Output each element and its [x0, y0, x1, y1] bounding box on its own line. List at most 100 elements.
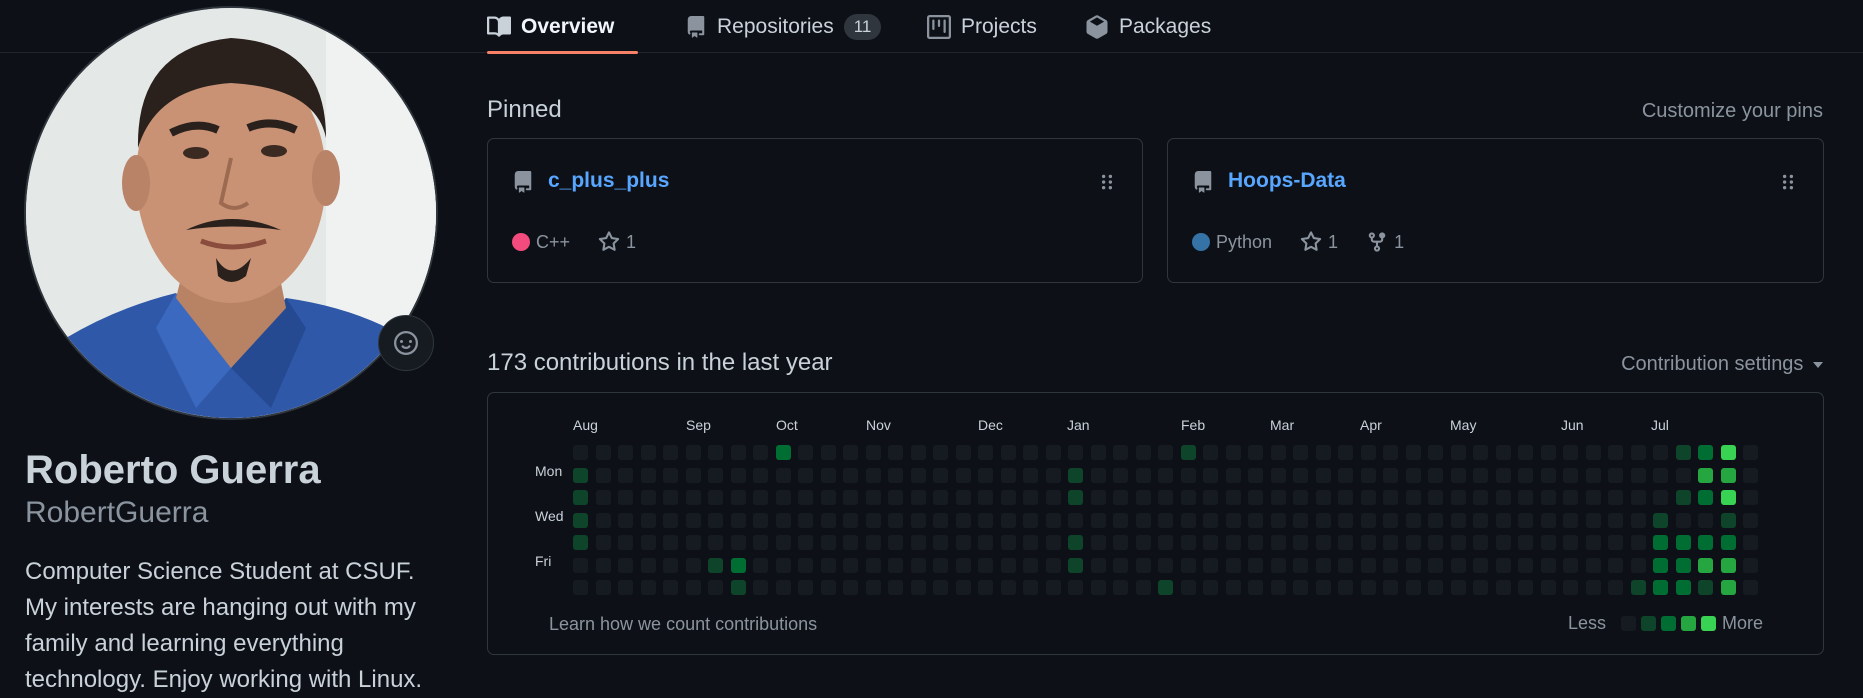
contribution-day-cell[interactable] [865, 467, 881, 483]
contribution-day-cell[interactable] [1405, 467, 1421, 483]
contribution-day-cell[interactable] [1630, 580, 1646, 595]
contribution-day-cell[interactable] [1360, 580, 1376, 595]
contribution-day-cell[interactable] [1023, 512, 1038, 528]
contribution-day-cell[interactable] [820, 490, 836, 505]
contribution-day-cell[interactable] [1135, 580, 1151, 595]
contribution-day-cell[interactable] [1653, 490, 1668, 505]
contribution-day-cell[interactable] [843, 467, 858, 483]
contribution-day-cell[interactable] [1428, 467, 1443, 483]
contribution-day-cell[interactable] [1585, 512, 1601, 528]
contribution-day-cell[interactable] [1270, 512, 1286, 528]
tab-overview[interactable]: Overview [487, 0, 639, 54]
contribution-day-cell[interactable] [640, 445, 656, 460]
contribution-day-cell[interactable] [1113, 580, 1128, 595]
contribution-day-cell[interactable] [1000, 580, 1016, 595]
contribution-day-cell[interactable] [730, 445, 746, 460]
contribution-day-cell[interactable] [1135, 490, 1151, 505]
contribution-day-cell[interactable] [843, 535, 858, 550]
contribution-day-cell[interactable] [865, 535, 881, 550]
contribution-day-cell[interactable] [1360, 445, 1376, 460]
contribution-day-cell[interactable] [1180, 580, 1196, 595]
contribution-day-cell[interactable] [1270, 535, 1286, 550]
contribution-day-cell[interactable] [1135, 557, 1151, 573]
avatar[interactable] [24, 6, 438, 420]
contribution-day-cell[interactable] [1090, 490, 1106, 505]
contribution-day-cell[interactable] [663, 512, 678, 528]
contribution-day-cell[interactable] [1450, 445, 1466, 460]
contribution-day-cell[interactable] [1248, 580, 1263, 595]
contribution-day-cell[interactable] [1698, 535, 1713, 550]
repo-forks-link[interactable]: 1 [1366, 231, 1404, 253]
contribution-day-cell[interactable] [1473, 445, 1488, 460]
contribution-day-cell[interactable] [775, 512, 791, 528]
contribution-day-cell[interactable] [1405, 445, 1421, 460]
contribution-day-cell[interactable] [1270, 580, 1286, 595]
contribution-day-cell[interactable] [595, 557, 611, 573]
contribution-day-cell[interactable] [573, 512, 588, 528]
contribution-day-cell[interactable] [1203, 490, 1218, 505]
contribution-day-cell[interactable] [1270, 557, 1286, 573]
contribution-day-cell[interactable] [1225, 490, 1241, 505]
contribution-day-cell[interactable] [1225, 557, 1241, 573]
contribution-day-cell[interactable] [888, 580, 903, 595]
contribution-day-cell[interactable] [640, 535, 656, 550]
contribution-day-cell[interactable] [1383, 445, 1398, 460]
contribution-day-cell[interactable] [1248, 445, 1263, 460]
contribution-day-cell[interactable] [1495, 557, 1511, 573]
contribution-day-cell[interactable] [1158, 535, 1173, 550]
contribution-day-cell[interactable] [1540, 512, 1556, 528]
contribution-day-cell[interactable] [753, 535, 768, 550]
contribution-day-cell[interactable] [820, 512, 836, 528]
contribution-day-cell[interactable] [955, 580, 971, 595]
contribution-day-cell[interactable] [1225, 467, 1241, 483]
contribution-day-cell[interactable] [1473, 535, 1488, 550]
contribution-day-cell[interactable] [910, 580, 926, 595]
contribution-day-cell[interactable] [1000, 445, 1016, 460]
contribution-day-cell[interactable] [978, 580, 993, 595]
contribution-day-cell[interactable] [1653, 445, 1668, 460]
tab-projects[interactable]: Projects [927, 0, 1037, 53]
contribution-day-cell[interactable] [1743, 535, 1758, 550]
contribution-day-cell[interactable] [955, 512, 971, 528]
contribution-day-cell[interactable] [1675, 490, 1691, 505]
contribution-day-cell[interactable] [1293, 535, 1308, 550]
contribution-day-cell[interactable] [640, 557, 656, 573]
contribution-day-cell[interactable] [1248, 535, 1263, 550]
contribution-day-cell[interactable] [1180, 557, 1196, 573]
contribution-day-cell[interactable] [1113, 490, 1128, 505]
contribution-day-cell[interactable] [1135, 445, 1151, 460]
contribution-day-cell[interactable] [618, 467, 633, 483]
contribution-day-cell[interactable] [685, 512, 701, 528]
contribution-day-cell[interactable] [1203, 535, 1218, 550]
contribution-day-cell[interactable] [1585, 535, 1601, 550]
contribution-day-cell[interactable] [1270, 445, 1286, 460]
contribution-day-cell[interactable] [1698, 512, 1713, 528]
contribution-day-cell[interactable] [798, 580, 813, 595]
contribution-day-cell[interactable] [1698, 445, 1713, 460]
contribution-day-cell[interactable] [1563, 557, 1578, 573]
contribution-day-cell[interactable] [1653, 467, 1668, 483]
contribution-day-cell[interactable] [1495, 490, 1511, 505]
pinned-repo-name[interactable]: c_plus_plus [548, 169, 669, 193]
contribution-day-cell[interactable] [1248, 467, 1263, 483]
contribution-day-cell[interactable] [1630, 512, 1646, 528]
contribution-day-cell[interactable] [1315, 580, 1331, 595]
contribution-day-cell[interactable] [1720, 580, 1736, 595]
contribution-day-cell[interactable] [1720, 535, 1736, 550]
contribution-day-cell[interactable] [1158, 445, 1173, 460]
contribution-day-cell[interactable] [1158, 580, 1173, 595]
contribution-day-cell[interactable] [1068, 467, 1083, 483]
contribution-day-cell[interactable] [933, 490, 948, 505]
contribution-day-cell[interactable] [1203, 445, 1218, 460]
contribution-day-cell[interactable] [1630, 445, 1646, 460]
contribution-day-cell[interactable] [955, 467, 971, 483]
contribution-day-cell[interactable] [1203, 512, 1218, 528]
contribution-day-cell[interactable] [1405, 535, 1421, 550]
contribution-day-cell[interactable] [753, 557, 768, 573]
contribution-day-cell[interactable] [865, 490, 881, 505]
contribution-day-cell[interactable] [1045, 512, 1061, 528]
contribution-day-cell[interactable] [1068, 580, 1083, 595]
learn-contributions-link[interactable]: Learn how we count contributions [549, 614, 817, 635]
contribution-day-cell[interactable] [1068, 557, 1083, 573]
contribution-day-cell[interactable] [1405, 580, 1421, 595]
